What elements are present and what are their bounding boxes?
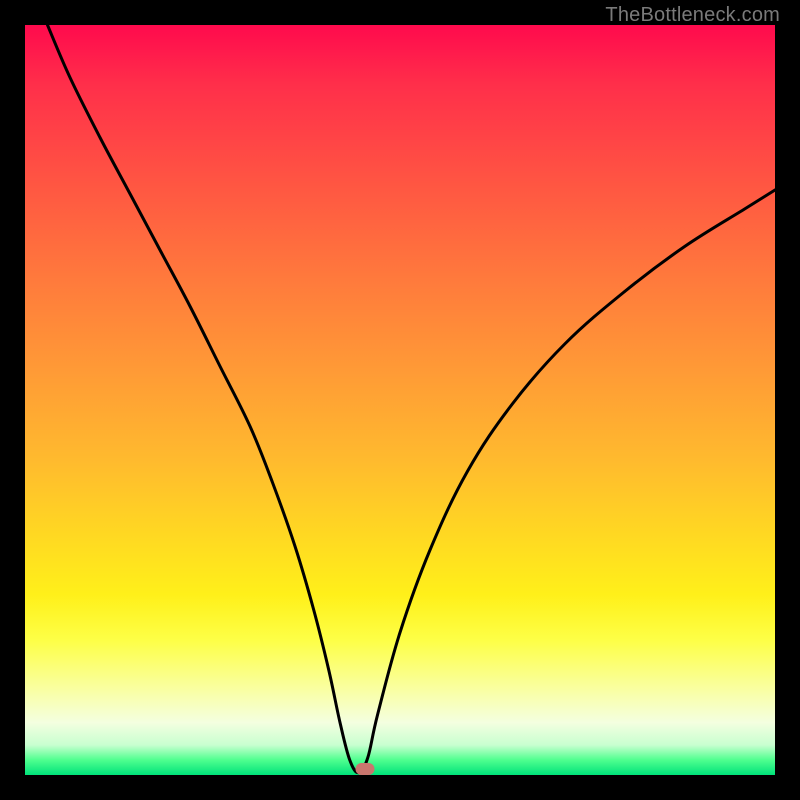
optimum-marker: [355, 763, 374, 775]
curve-layer: [25, 25, 775, 775]
bottleneck-curve: [48, 25, 776, 773]
chart-frame: TheBottleneck.com: [0, 0, 800, 800]
watermark: TheBottleneck.com: [605, 4, 780, 27]
plot-area: [25, 25, 775, 775]
